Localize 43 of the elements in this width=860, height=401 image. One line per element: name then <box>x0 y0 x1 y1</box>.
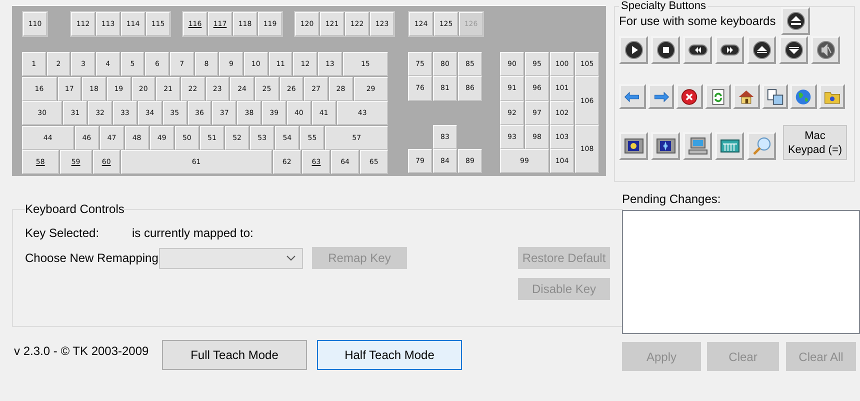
globe-icon <box>794 86 812 106</box>
remap-label: Choose New Remapping <box>25 251 159 265</box>
right-arrow-button[interactable] <box>648 84 674 109</box>
down-triangle-button[interactable] <box>779 36 808 64</box>
muted-speaker-icon <box>816 40 836 60</box>
stop-icon <box>656 40 676 60</box>
search-icon <box>752 136 772 156</box>
pending-changes-label: Pending Changes: <box>622 192 722 206</box>
play-icon <box>624 40 644 60</box>
computer-button[interactable] <box>683 132 712 160</box>
fast-forward-button[interactable] <box>715 36 744 64</box>
eject-button[interactable] <box>781 7 810 35</box>
keypad-button[interactable] <box>715 132 744 160</box>
group-title: Specialty Buttons <box>620 0 707 12</box>
note-text: For use with some keyboards <box>619 14 777 28</box>
up-triangle-button[interactable] <box>747 36 776 64</box>
chevron-down-icon <box>286 255 296 261</box>
computer-icon <box>688 136 708 156</box>
eject-icon <box>786 11 806 31</box>
group-title: Keyboard Controls <box>25 202 124 216</box>
teach-mode-button[interactable]: Half Teach Mode <box>317 340 462 370</box>
mapped-label: is currently mapped to: <box>132 226 254 240</box>
refresh-page-button[interactable] <box>704 84 731 109</box>
muted-speaker-button[interactable] <box>811 36 840 64</box>
documents-icon <box>766 86 784 106</box>
globe-button[interactable] <box>790 84 816 109</box>
pending-changes-list[interactable] <box>622 210 860 334</box>
x-circle-icon <box>680 86 698 106</box>
mac-keypad-button[interactable]: Mac Keypad (=) <box>783 125 847 160</box>
folder-button[interactable] <box>818 84 845 109</box>
monitor-moon-button[interactable] <box>619 132 648 160</box>
version-text: v 2.3.0 - © TK 2003-2009 <box>14 344 150 358</box>
stop-button[interactable] <box>651 36 680 64</box>
play-button[interactable] <box>619 36 648 64</box>
teach-mode-button[interactable]: Full Teach Mode <box>162 340 307 370</box>
documents-button[interactable] <box>762 84 788 109</box>
rewind-button[interactable] <box>683 36 712 64</box>
key-selected-label: Key Selected: <box>25 226 100 240</box>
monitor-star-button[interactable] <box>651 132 680 160</box>
left-arrow-button[interactable] <box>619 84 646 109</box>
house-button[interactable] <box>733 84 760 109</box>
monitor-moon-icon <box>624 136 644 156</box>
x-circle-button[interactable] <box>676 84 702 109</box>
